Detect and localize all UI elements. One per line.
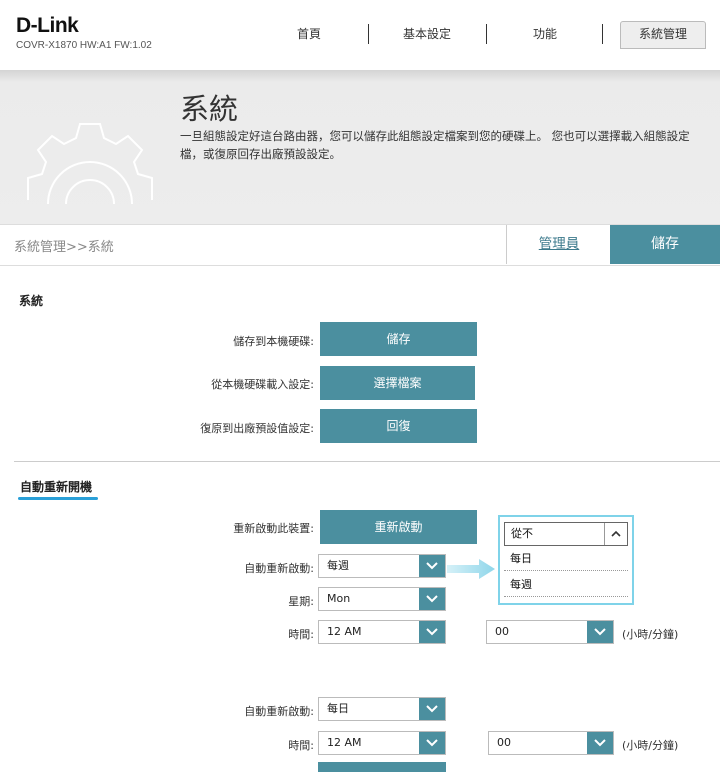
page-title: 系統 (180, 92, 239, 126)
time-label: 時間: (288, 628, 314, 641)
chevron-down-icon (419, 698, 445, 720)
save-to-disk-button[interactable]: 儲存 (320, 322, 477, 356)
chevron-down-icon (587, 732, 613, 754)
model-info: COVR-X1870 HW:A1 FW:1.02 (16, 40, 152, 51)
day-value: Mon (327, 592, 351, 605)
minute-value: 00 (497, 736, 511, 749)
hour-value: 12 AM (327, 625, 362, 638)
day-select[interactable]: Mon (318, 587, 446, 611)
top-header (0, 0, 720, 70)
reboot-device-label: 重新啟動此裝置: (233, 522, 314, 535)
section-underline (18, 497, 98, 500)
chevron-up-icon (604, 523, 627, 545)
hour-value: 12 AM (327, 736, 362, 749)
section-title-auto-reboot: 自動重新開機 (20, 480, 93, 494)
auto-reboot-label: 自動重新啟動: (244, 705, 314, 718)
section-divider (14, 461, 720, 462)
dropdown-selected-value: 從不 (511, 527, 533, 540)
breadcrumb: 系統管理>>系統 (14, 240, 114, 255)
day-label: 星期: (288, 595, 314, 608)
section-title-system: 系統 (19, 294, 44, 308)
auto-reboot-select-daily[interactable]: 每日 (318, 697, 446, 721)
reboot-frequency-dropdown[interactable]: 從不 每日 每週 (498, 515, 634, 605)
auto-reboot-value: 每日 (327, 702, 349, 715)
time-unit-label: (小時/分鐘) (622, 628, 679, 641)
chevron-down-icon (419, 732, 445, 754)
chevron-down-icon (419, 555, 445, 577)
minute-value: 00 (495, 625, 509, 638)
arrow-right-icon (447, 559, 495, 579)
gear-icon (27, 123, 153, 205)
save-local-label: 儲存到本機硬碟: (233, 335, 314, 348)
tab-administrator[interactable]: 管理員 (506, 225, 611, 264)
dropdown-selected[interactable]: 從不 (504, 522, 628, 546)
minute-select[interactable]: 00 (486, 620, 614, 644)
dropdown-option-weekly[interactable]: 每週 (504, 573, 628, 597)
dlink-logo[interactable]: D-Link (16, 14, 79, 38)
time-label: 時間: (288, 739, 314, 752)
time-unit-label: (小時/分鐘) (622, 739, 679, 752)
chevron-down-icon (419, 588, 445, 610)
minute-select-daily[interactable]: 00 (488, 731, 614, 755)
partial-button[interactable] (318, 762, 446, 772)
hour-select[interactable]: 12 AM (318, 620, 446, 644)
restore-button[interactable]: 回復 (320, 409, 477, 443)
choose-file-button[interactable]: 選擇檔案 (320, 366, 475, 400)
reboot-button[interactable]: 重新啟動 (320, 510, 477, 544)
nav-separator (486, 24, 487, 44)
nav-separator (602, 24, 603, 44)
hour-select-daily[interactable]: 12 AM (318, 731, 446, 755)
auto-reboot-value: 每週 (327, 559, 349, 572)
dropdown-option-daily[interactable]: 每日 (504, 547, 628, 571)
restore-defaults-label: 復原到出廠預設值設定: (200, 422, 314, 435)
chevron-down-icon (419, 621, 445, 643)
nav-basic-settings[interactable]: 基本設定 (388, 22, 466, 46)
nav-management[interactable]: 系統管理 (620, 21, 706, 49)
auto-reboot-label: 自動重新啟動: (244, 562, 314, 575)
save-button[interactable]: 儲存 (610, 225, 720, 264)
nav-home[interactable]: 首頁 (270, 22, 348, 46)
chevron-down-icon (587, 621, 613, 643)
nav-separator (368, 24, 369, 44)
page-description: 一旦組態設定好這台路由器，您可以儲存此組態設定檔案到您的硬碟上。 您也可以選擇載… (180, 129, 690, 161)
load-local-label: 從本機硬碟載入設定: (211, 378, 314, 391)
auto-reboot-select[interactable]: 每週 (318, 554, 446, 578)
nav-features[interactable]: 功能 (506, 22, 584, 46)
